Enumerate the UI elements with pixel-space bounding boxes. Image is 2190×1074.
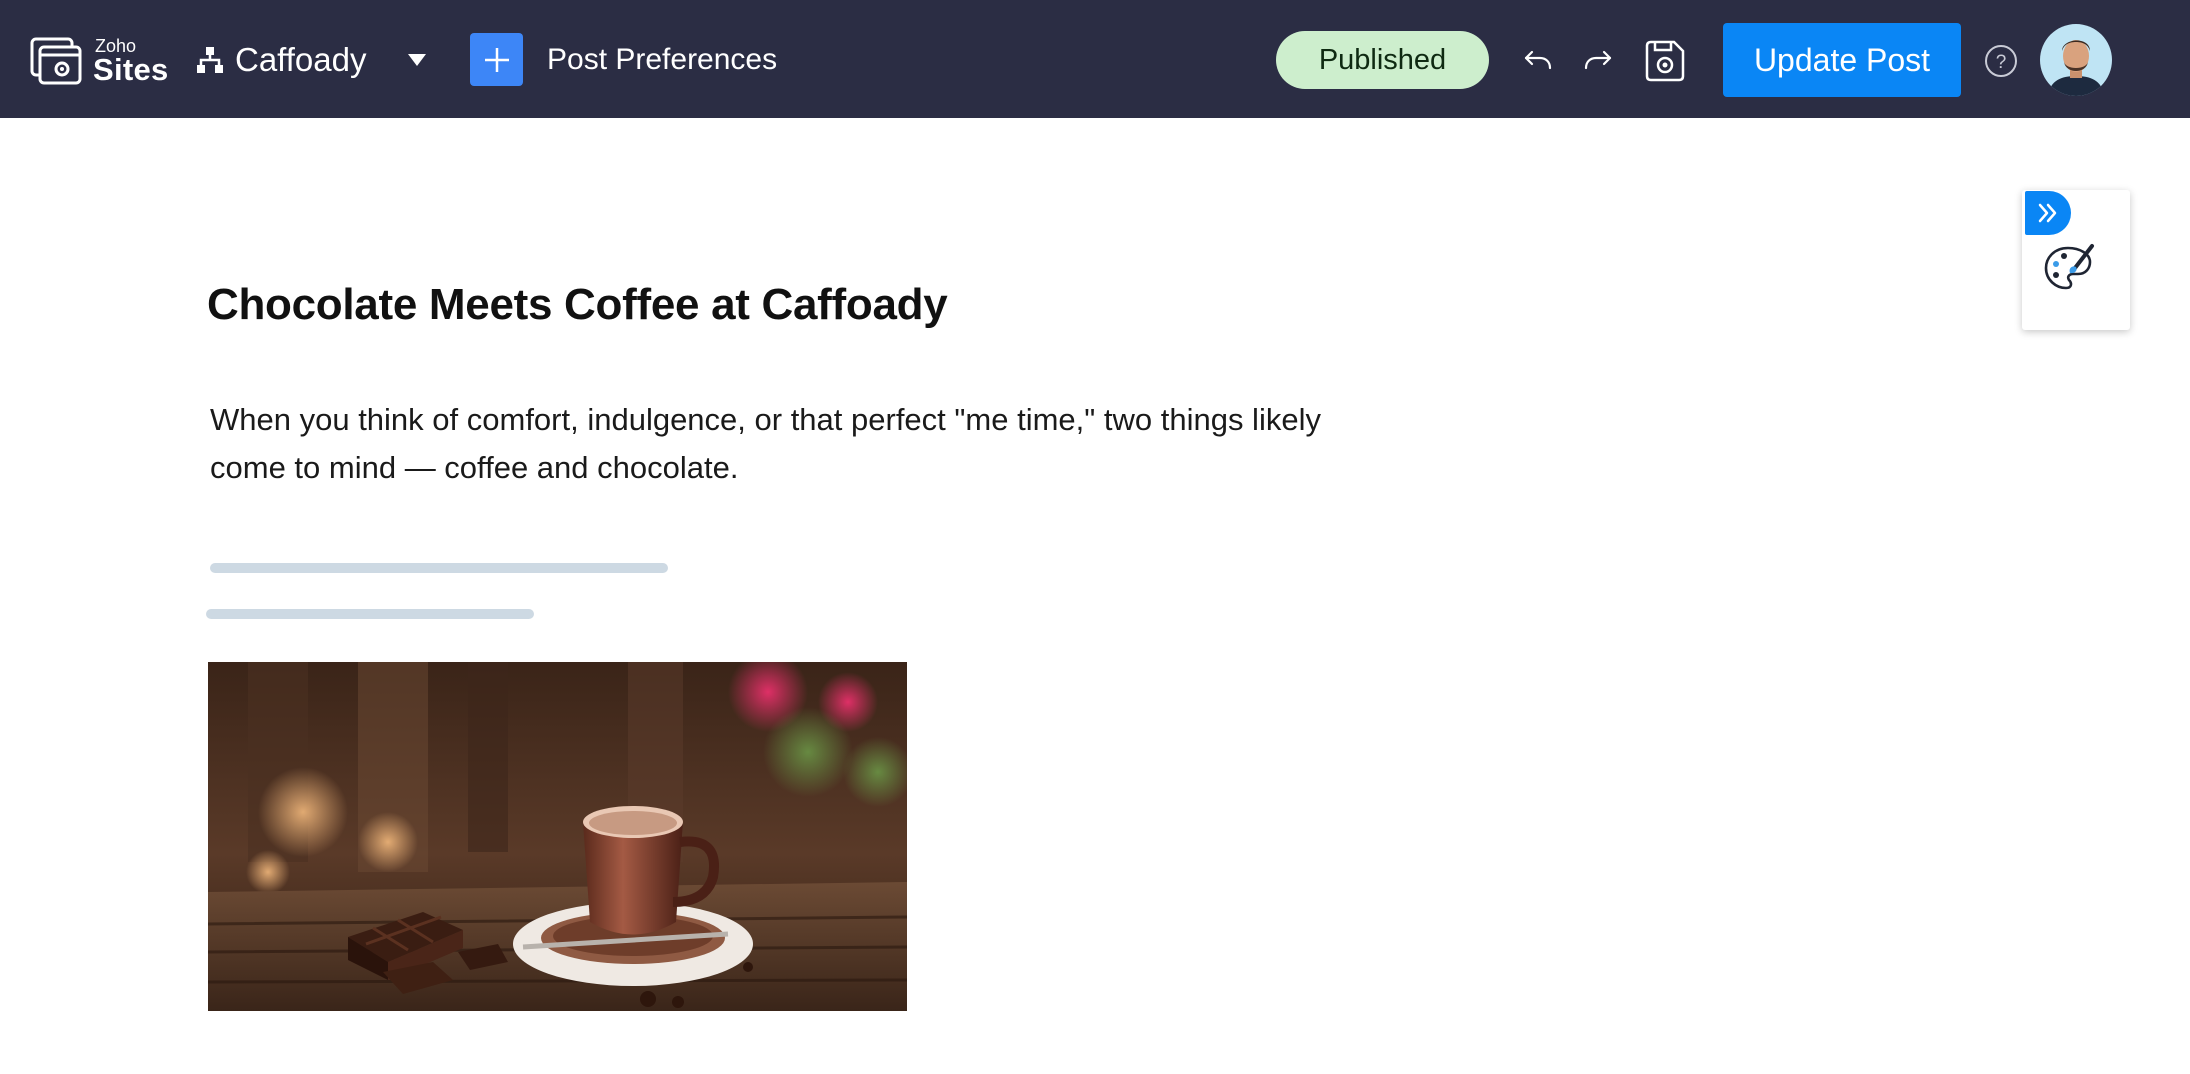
save-icon[interactable] [1642, 38, 1688, 84]
update-post-button[interactable]: Update Post [1723, 23, 1961, 97]
coffee-chocolate-image [208, 662, 907, 1011]
double-chevron-right-icon [2038, 203, 2057, 223]
zoho-sites-logo[interactable]: Zoho Sites [30, 35, 170, 87]
status-badge[interactable]: Published [1276, 31, 1489, 89]
undo-icon[interactable] [1522, 44, 1554, 76]
post-title[interactable]: Chocolate Meets Coffee at Caffoady [207, 280, 948, 330]
redo-icon[interactable] [1582, 44, 1614, 76]
avatar[interactable] [2040, 24, 2112, 96]
add-element-button[interactable] [470, 33, 523, 86]
placeholder-line [210, 563, 668, 573]
post-image[interactable] [208, 662, 907, 1011]
sitemap-icon [197, 47, 223, 73]
sites-logo-icon [30, 37, 82, 85]
placeholder-line [206, 609, 534, 619]
site-name: Caffoady [235, 41, 367, 78]
top-bar: Zoho Sites Caffoady Post Preferences Pub… [0, 0, 2190, 118]
paint-palette-icon[interactable] [2042, 240, 2098, 296]
expand-panel-button[interactable] [2025, 191, 2071, 235]
post-body-text[interactable]: When you think of comfort, indulgence, o… [210, 396, 1360, 492]
site-switcher[interactable]: Caffoady [195, 38, 366, 82]
user-avatar-image [2040, 24, 2112, 96]
svg-text:?: ? [1996, 52, 2007, 73]
plus-icon [484, 47, 509, 72]
brand-big-text: Sites [93, 52, 169, 87]
post-preferences-link[interactable]: Post Preferences [547, 40, 777, 80]
chevron-down-icon[interactable] [405, 50, 429, 70]
help-icon[interactable]: ? [1983, 43, 2019, 79]
